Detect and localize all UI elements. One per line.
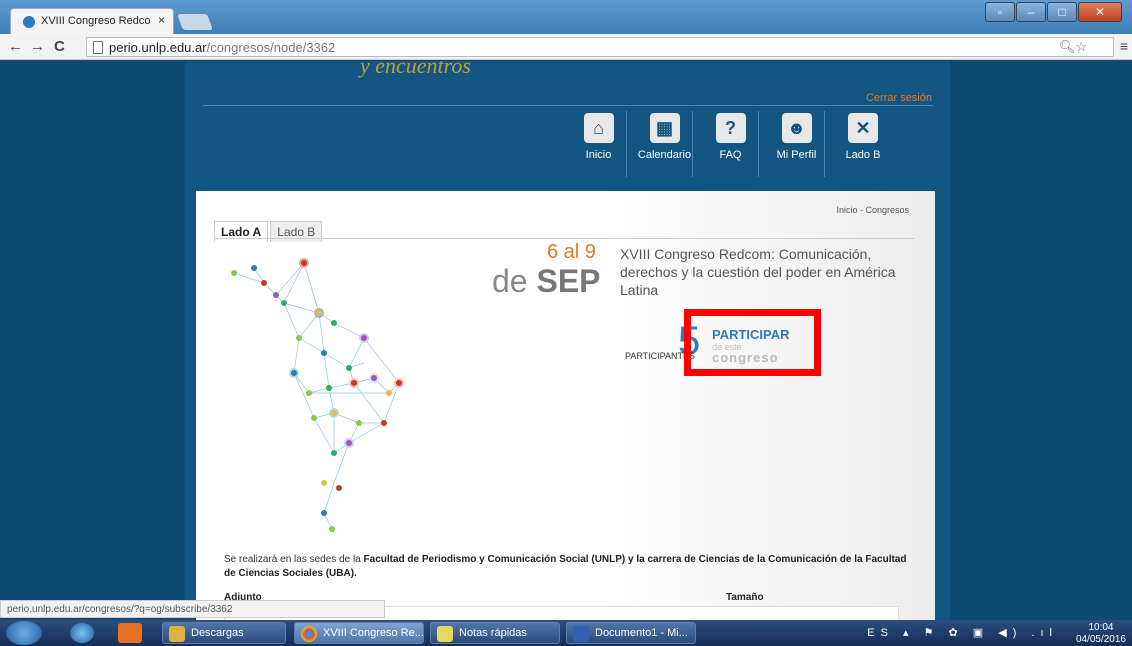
- home-icon: ⌂: [583, 113, 614, 143]
- nav-label: Lado B: [845, 149, 881, 161]
- congress-title: XVIII Congreso Redcom: Comunicación, der…: [620, 246, 896, 298]
- close-window-button[interactable]: ✕: [1078, 2, 1122, 22]
- user-icon: ☻: [781, 113, 812, 143]
- ie-icon[interactable]: [70, 623, 94, 643]
- desc-text: Se realizará en las sedes de la: [224, 554, 364, 565]
- browser-title-bar: XVIII Congreso Redcom | × ▫ – □ ✕: [0, 0, 1132, 34]
- reload-button[interactable]: C: [54, 38, 65, 55]
- folder-icon: [169, 626, 185, 642]
- new-tab-button[interactable]: [177, 14, 213, 30]
- taskbar-label: XVIII Congreso Re...: [323, 627, 424, 639]
- address-bar[interactable]: perio.unlp.edu.ar/congresos/node/3362 🔍︎…: [86, 37, 1114, 57]
- site-favicon-icon: [23, 16, 35, 28]
- date-prefix: de: [492, 263, 528, 299]
- taskbar-item-chrome[interactable]: XVIII Congreso Re...: [294, 622, 424, 644]
- forward-button[interactable]: →: [30, 38, 45, 55]
- clock-date: 04/05/2016: [1075, 634, 1126, 645]
- nav-label: Mi Perfil: [776, 149, 817, 161]
- site-logo-text: y encuentros: [360, 61, 471, 78]
- calendar-icon: ▦: [649, 113, 680, 143]
- restore-icon[interactable]: ▫: [985, 2, 1015, 22]
- divider: [203, 105, 933, 106]
- breadcrumb[interactable]: Inicio - Congresos: [836, 205, 909, 215]
- maximize-button[interactable]: □: [1047, 2, 1077, 22]
- close-tab-icon[interactable]: ×: [158, 13, 165, 27]
- minimize-button[interactable]: –: [1016, 2, 1046, 22]
- taskbar-label: Documento1 - Mi...: [595, 627, 688, 639]
- back-button[interactable]: ←: [8, 38, 23, 55]
- date-days: 6 al 9: [547, 241, 596, 263]
- clock-time: 10:04: [1088, 622, 1114, 633]
- nav-label: Calendario: [637, 149, 692, 161]
- taskbar-item-descargas[interactable]: Descargas: [162, 622, 286, 644]
- page-icon: [93, 41, 103, 54]
- nav-item-lado-b[interactable]: ✕ Lado B: [835, 111, 891, 177]
- url-path: /congresos/node/3362: [206, 40, 336, 55]
- congress-content: Inicio - Congresos Lado A Lado B 6 al 9 …: [196, 191, 935, 620]
- chrome-icon: [301, 626, 317, 642]
- main-nav: ⌂ Inicio ▦ Calendario ? FAQ ☻ Mi Perfil …: [571, 111, 901, 177]
- clock[interactable]: 10:04 04/05/2016: [1076, 622, 1126, 646]
- latin-america-network-illustration: [231, 258, 404, 533]
- window-controls: ▫ – □ ✕: [984, 2, 1122, 22]
- language-indicator[interactable]: ES: [867, 627, 894, 639]
- size-header: Tamaño: [726, 592, 764, 603]
- nav-label: Inicio: [585, 149, 612, 161]
- media-player-icon[interactable]: [118, 623, 142, 643]
- browser-toolbar: ← → C perio.unlp.edu.ar/congresos/node/3…: [0, 34, 1132, 60]
- zoom-star-icon[interactable]: 🔍︎☆: [1059, 39, 1087, 55]
- taskbar-item-word[interactable]: Documento1 - Mi...: [566, 622, 696, 644]
- date-month: de SEP: [492, 263, 601, 300]
- nav-item-inicio[interactable]: ⌂ Inicio: [571, 111, 627, 177]
- windows-taskbar: Descargas XVIII Congreso Re... Notas ráp…: [0, 620, 1132, 646]
- menu-icon[interactable]: ≡: [1120, 38, 1128, 54]
- url-text: perio.unlp.edu.ar/congresos/node/3362: [109, 40, 335, 55]
- taskbar-label: Descargas: [191, 627, 244, 639]
- date-month-name: SEP: [536, 263, 601, 299]
- sticky-notes-icon: [437, 626, 453, 642]
- nav-item-faq[interactable]: ? FAQ: [703, 111, 759, 177]
- map-icon: ✕: [848, 113, 878, 143]
- word-icon: [573, 626, 589, 642]
- logout-link[interactable]: Cerrar sesión: [866, 92, 932, 104]
- browser-tab[interactable]: XVIII Congreso Redcom | ×: [10, 8, 174, 34]
- taskbar-label: Notas rápidas: [459, 627, 527, 639]
- taskbar-item-notas[interactable]: Notas rápidas: [430, 622, 560, 644]
- url-host: perio.unlp.edu.ar: [109, 40, 207, 55]
- system-tray[interactable]: ES ▴ ⚑ ✿ ▣ ◀) .ıl: [867, 626, 1058, 639]
- tabs-divider: [214, 238, 914, 239]
- highlight-box: [684, 309, 821, 376]
- nav-item-calendario[interactable]: ▦ Calendario: [637, 111, 693, 177]
- start-button[interactable]: [6, 621, 42, 645]
- status-bar: perio.unlp.edu.ar/congresos/?q=og/subscr…: [0, 600, 385, 618]
- nav-item-mi-perfil[interactable]: ☻ Mi Perfil: [769, 111, 825, 177]
- web-page: y encuentros Cerrar sesión ⌂ Inicio ▦ Ca…: [0, 61, 1132, 620]
- nav-label: FAQ: [719, 149, 742, 161]
- question-icon: ?: [715, 113, 746, 143]
- congress-description: Se realizará en las sedes de la Facultad…: [224, 553, 914, 581]
- tab-title: XVIII Congreso Redcom |: [41, 15, 151, 27]
